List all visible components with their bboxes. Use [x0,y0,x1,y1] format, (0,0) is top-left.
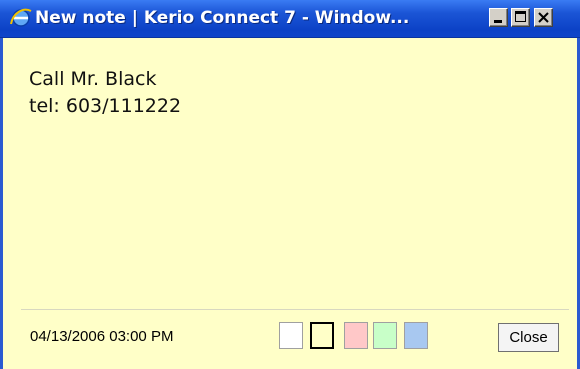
title-bar[interactable]: New note | Kerio Connect 7 - Window... [0,0,580,38]
color-swatch-blue[interactable] [404,322,428,349]
minimize-button[interactable] [489,8,508,27]
minimize-icon [494,20,502,23]
close-window-button[interactable] [534,8,553,27]
color-swatch-white[interactable] [279,322,303,349]
note-text[interactable]: Call Mr. Black tel: 603/111222 [29,66,549,120]
color-swatch-pink[interactable] [344,322,368,349]
note-window: New note | Kerio Connect 7 - Window... C… [0,0,580,369]
maximize-icon [515,11,526,22]
maximize-button[interactable] [511,8,530,27]
color-swatch-green[interactable] [373,322,397,349]
window-title: New note | Kerio Connect 7 - Window... [35,8,410,28]
note-timestamp: 04/13/2006 03:00 PM [30,328,174,345]
footer-divider [21,309,569,310]
ie-icon [9,7,33,29]
close-button[interactable]: Close [498,323,559,352]
color-swatch-yellow[interactable] [310,322,334,349]
close-icon [538,12,549,23]
